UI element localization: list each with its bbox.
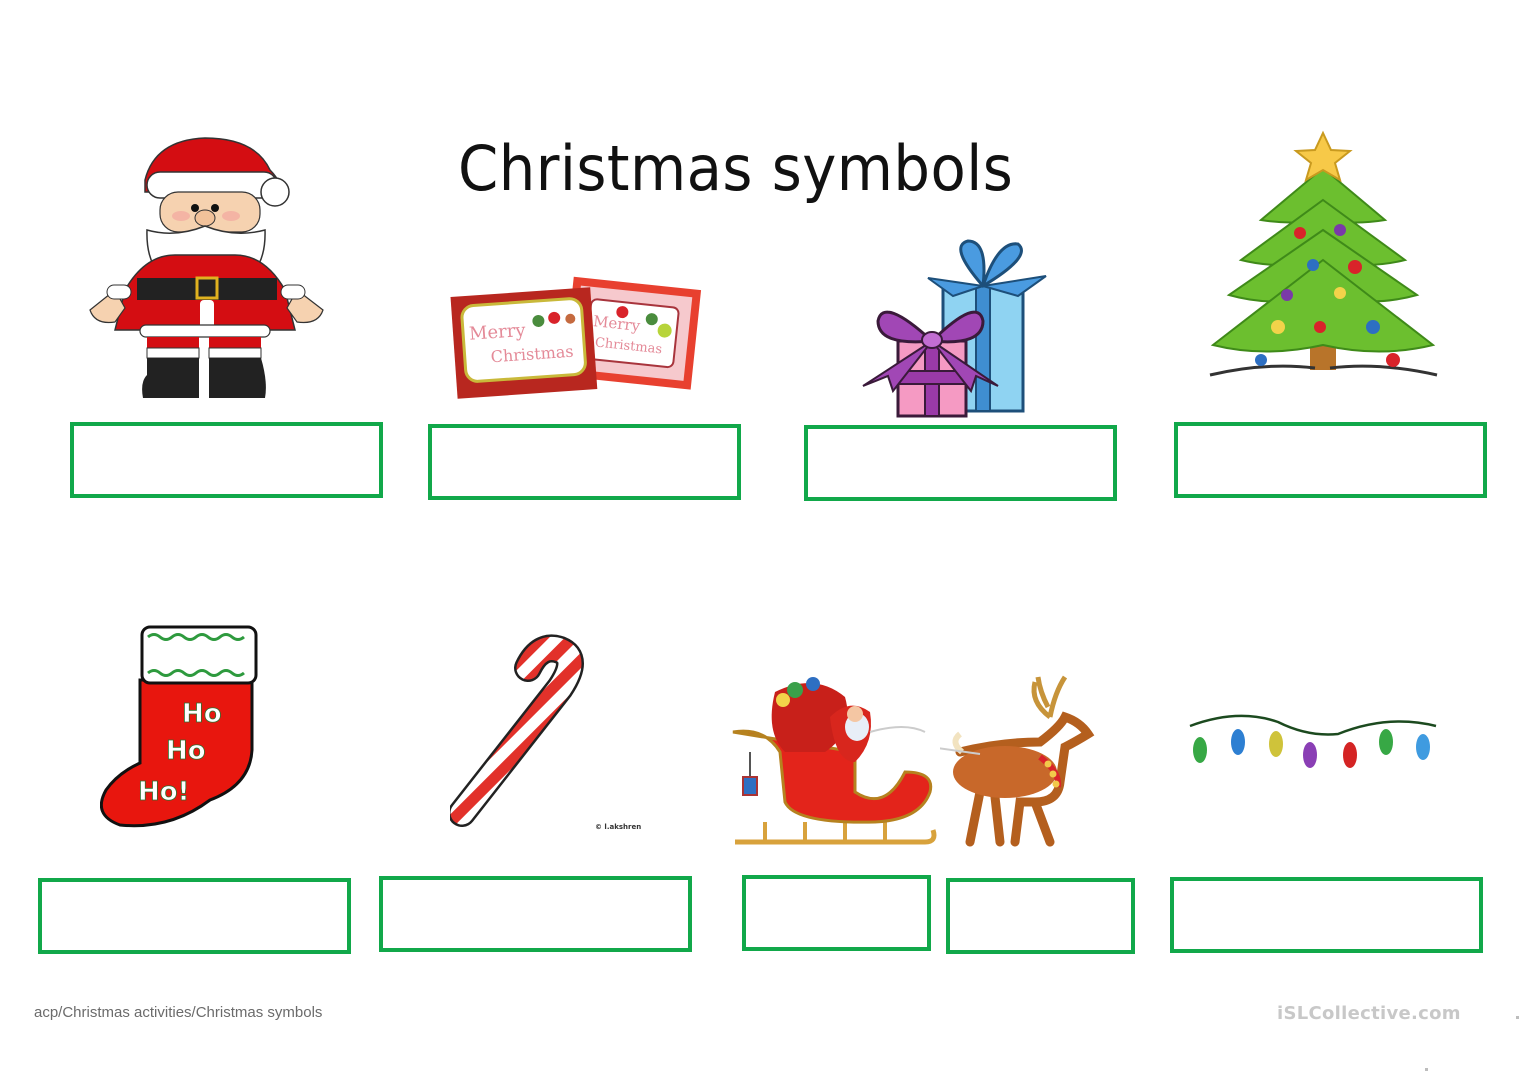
stocking-icon: Ho Ho Ho!	[100, 625, 258, 828]
christmas-tree-icon	[1209, 130, 1438, 377]
christmas-cards-icon: Merry Christmas Merry Christmas	[450, 276, 702, 399]
answer-box-candy-cane[interactable]	[379, 876, 692, 952]
answer-box-lights[interactable]	[1170, 877, 1483, 953]
answer-box-stocking[interactable]	[38, 878, 351, 954]
answer-box-tree[interactable]	[1174, 422, 1487, 498]
answer-box-presents[interactable]	[804, 425, 1117, 501]
sleigh-icon	[732, 677, 937, 845]
dot-decoration	[1516, 1016, 1519, 1019]
breadcrumb-path: acp/Christmas activities/Christmas symbo…	[34, 1004, 323, 1021]
watermark-brand: iSLCollective.com	[1277, 1003, 1461, 1024]
reindeer-icon	[940, 675, 1095, 847]
santa-claus-icon	[89, 137, 324, 398]
card-text-merry: Merry	[468, 320, 527, 345]
worksheet-title: Christmas symbols	[458, 132, 1014, 205]
christmas-lights-icon	[1189, 714, 1437, 768]
answer-box-reindeer[interactable]	[946, 878, 1135, 954]
image-credit: © l.akshren	[595, 823, 642, 831]
answer-box-cards[interactable]	[428, 424, 741, 500]
stocking-text-2: Ho	[166, 736, 206, 766]
presents-icon	[862, 239, 1047, 418]
stocking-text-3: Ho!	[138, 777, 189, 807]
answer-box-sleigh[interactable]	[742, 875, 931, 951]
dot-decoration	[1425, 1068, 1428, 1071]
candy-cane-icon	[450, 634, 584, 827]
answer-box-santa[interactable]	[70, 422, 383, 498]
stocking-text-1: Ho	[182, 699, 222, 729]
